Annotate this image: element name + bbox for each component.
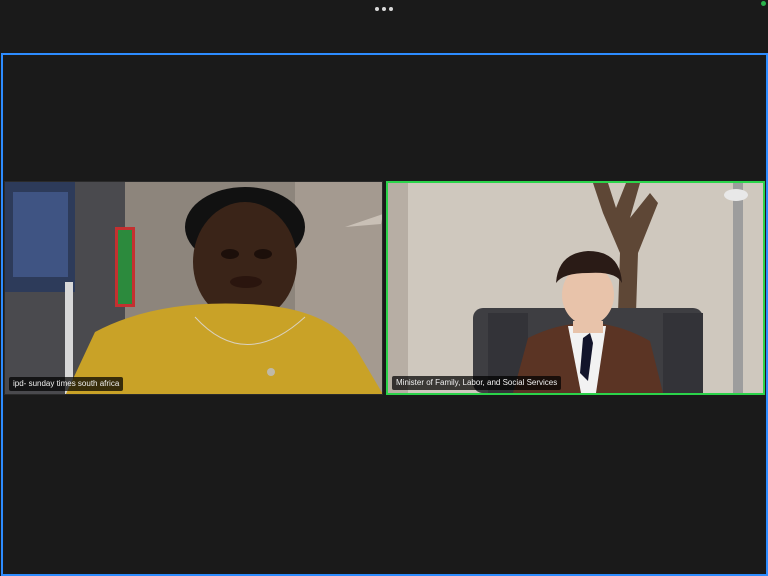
participant-name-label: Minister of Family, Labor, and Social Se… xyxy=(392,376,562,390)
connection-status-icon xyxy=(761,1,766,6)
participant-video-tile-1[interactable]: ipd- sunday times south africa xyxy=(4,181,383,395)
participant-1-video-feed xyxy=(5,182,382,394)
dot xyxy=(382,7,386,11)
video-call-window: ipd- sunday times south africa Minister … xyxy=(0,0,768,576)
participant-name-label: ipd- sunday times south africa xyxy=(9,377,124,391)
top-toolbar xyxy=(0,0,768,52)
more-options-icon[interactable] xyxy=(372,3,396,15)
dot xyxy=(389,7,393,11)
dot xyxy=(375,7,379,11)
participant-video-tile-2[interactable]: Minister of Family, Labor, and Social Se… xyxy=(386,181,765,395)
participant-2-video-feed xyxy=(388,183,763,393)
